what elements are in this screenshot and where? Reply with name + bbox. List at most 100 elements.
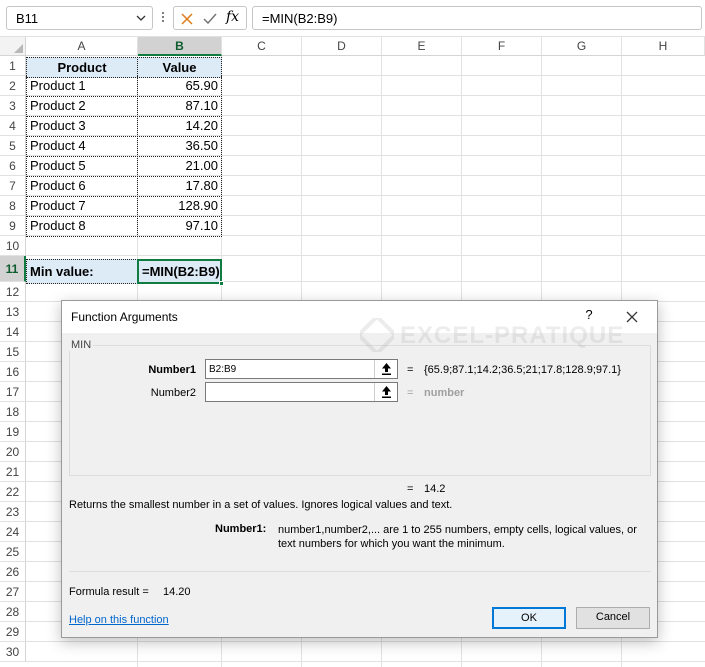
row-header-21[interactable]: 21 (0, 462, 26, 482)
row-header-11[interactable]: 11 (0, 256, 26, 282)
column-header-c[interactable]: C (222, 37, 302, 56)
arg1-collapse-button[interactable] (374, 360, 397, 378)
watermark-text: EXCEL-PRATIQUE (400, 322, 625, 349)
row-header-24[interactable]: 24 (0, 522, 26, 542)
row-gridline (26, 641, 705, 642)
product-name-cell[interactable]: Product 5 (26, 156, 138, 177)
name-box-value: B11 (16, 11, 39, 26)
product-value-cell[interactable]: 65.90 (137, 76, 222, 97)
product-name-cell[interactable]: Product 2 (26, 96, 138, 117)
row-header-25[interactable]: 25 (0, 542, 26, 562)
select-all-corner[interactable] (0, 37, 26, 56)
function-description: Returns the smallest number in a set of … (69, 499, 453, 511)
column-header-g[interactable]: G (542, 37, 622, 56)
product-value-cell[interactable]: 97.10 (137, 216, 222, 237)
row-header-3[interactable]: 3 (0, 96, 26, 116)
product-name-cell[interactable]: Product 8 (26, 216, 138, 237)
row-header-1[interactable]: 1 (0, 56, 26, 76)
formula-input[interactable]: =MIN(B2:B9) (252, 6, 702, 30)
product-value-cell[interactable]: 14.20 (137, 116, 222, 137)
row-header-14[interactable]: 14 (0, 322, 26, 342)
arg2-label: Number2 (150, 387, 196, 399)
column-header-b[interactable]: B (138, 37, 222, 56)
product-name-cell[interactable]: Product 1 (26, 76, 138, 97)
column-header-d[interactable]: D (302, 37, 382, 56)
min-value-label-cell[interactable]: Min value: (26, 259, 138, 284)
row-header-7[interactable]: 7 (0, 176, 26, 196)
row-gridline (26, 661, 705, 662)
header-product-cell[interactable]: Product (26, 57, 138, 78)
help-on-function-link[interactable]: Help on this function (69, 614, 169, 626)
header-value-cell[interactable]: Value (137, 57, 222, 78)
row-header-17[interactable]: 17 (0, 382, 26, 402)
column-header-f[interactable]: F (462, 37, 542, 56)
row-header-5[interactable]: 5 (0, 136, 26, 156)
product-name-cell[interactable]: Product 7 (26, 196, 138, 217)
more-options-icon[interactable] (159, 10, 167, 26)
row-header-4[interactable]: 4 (0, 116, 26, 136)
row-header-6[interactable]: 6 (0, 156, 26, 176)
confirm-check-icon[interactable] (202, 11, 218, 27)
row-header-15[interactable]: 15 (0, 342, 26, 362)
row-header-12[interactable]: 12 (0, 282, 26, 302)
product-name-cell[interactable]: Product 3 (26, 116, 138, 137)
product-value-cell[interactable]: 17.80 (137, 176, 222, 197)
row-header-19[interactable]: 19 (0, 422, 26, 442)
collapse-dialog-icon (382, 386, 391, 398)
arg1-result: {65.9;87.1;14.2;36.5;21;17.8;128.9;97.1} (424, 364, 621, 376)
arg1-label: Number1 (148, 364, 196, 376)
product-value-cell[interactable]: 128.90 (137, 196, 222, 217)
column-header-a[interactable]: A (26, 37, 138, 56)
row-header-10[interactable]: 10 (0, 236, 26, 256)
function-result: 14.2 (424, 483, 446, 495)
row-header-22[interactable]: 22 (0, 482, 26, 502)
product-value-cell[interactable]: 87.10 (137, 96, 222, 117)
product-name-cell[interactable]: Product 6 (26, 176, 138, 197)
insert-function-icon[interactable]: fx (226, 9, 242, 25)
arg1-equals: = (407, 364, 414, 376)
row-header-9[interactable]: 9 (0, 216, 26, 236)
dialog-title: Function Arguments (71, 310, 178, 324)
row-header-20[interactable]: 20 (0, 442, 26, 462)
row-header-8[interactable]: 8 (0, 196, 26, 216)
formula-text: =MIN(B2:B9) (262, 11, 338, 26)
arg1-input[interactable]: B2:B9 (205, 359, 398, 379)
cancel-button[interactable]: Cancel (576, 607, 650, 629)
formula-actions: fx (173, 6, 247, 30)
arg2-result: number (424, 387, 465, 399)
collapse-dialog-icon (382, 363, 391, 375)
fill-handle[interactable] (219, 281, 224, 286)
product-name-cell[interactable]: Product 4 (26, 136, 138, 157)
name-box[interactable]: B11 (6, 6, 153, 30)
arg2-input[interactable] (205, 382, 398, 402)
arg-help-label: Number1: (215, 523, 267, 535)
chevron-down-icon[interactable] (134, 11, 148, 25)
arg2-equals: = (407, 387, 414, 399)
row-header-30[interactable]: 30 (0, 642, 26, 662)
row-header-23[interactable]: 23 (0, 502, 26, 522)
product-value-cell[interactable]: 36.50 (137, 136, 222, 157)
column-header-h[interactable]: H (622, 37, 705, 56)
watermark: EXCEL-PRATIQUE (360, 318, 630, 354)
watermark-logo-icon (360, 318, 394, 352)
cancel-x-icon[interactable] (179, 11, 195, 27)
divider (69, 571, 651, 572)
row-header-29[interactable]: 29 (0, 622, 26, 642)
row-header-28[interactable]: 28 (0, 602, 26, 622)
product-value-cell[interactable]: 21.00 (137, 156, 222, 177)
row-header-2[interactable]: 2 (0, 76, 26, 96)
result-equals: = (407, 483, 414, 495)
active-cell-b11[interactable]: =MIN(B2:B9) (137, 259, 222, 284)
row-header-26[interactable]: 26 (0, 562, 26, 582)
column-header-e[interactable]: E (382, 37, 462, 56)
row-header-16[interactable]: 16 (0, 362, 26, 382)
row-gridline (26, 255, 705, 256)
row-header-18[interactable]: 18 (0, 402, 26, 422)
row-header-13[interactable]: 13 (0, 302, 26, 322)
formula-result-label: Formula result = (69, 586, 149, 598)
formula-result-value: 14.20 (163, 586, 191, 598)
ok-button[interactable]: OK (492, 607, 566, 629)
select-all-icon (14, 44, 23, 53)
arg2-collapse-button[interactable] (374, 383, 397, 401)
row-header-27[interactable]: 27 (0, 582, 26, 602)
